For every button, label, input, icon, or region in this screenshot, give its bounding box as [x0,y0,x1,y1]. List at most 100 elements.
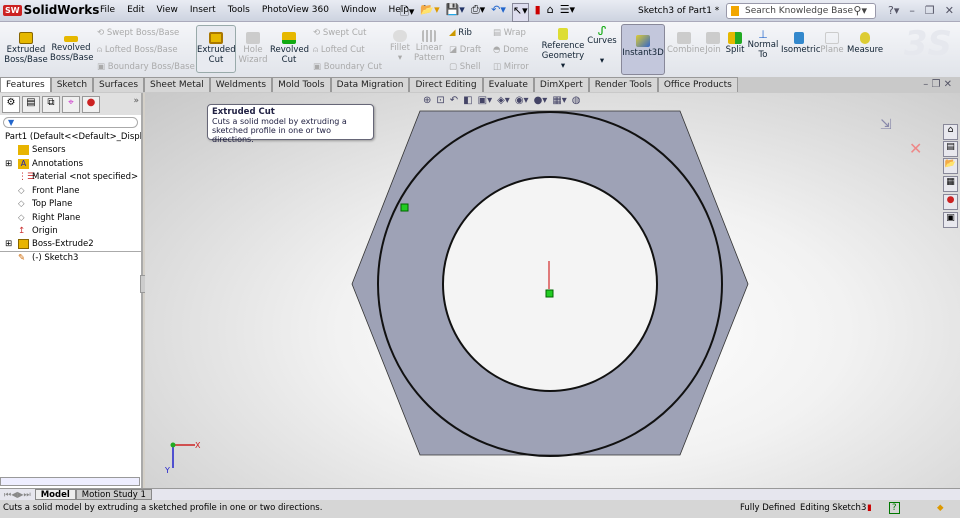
menu-window[interactable]: Window [341,5,377,15]
boundary-boss-button[interactable]: ▣ Boundary Boss/Base [97,62,195,72]
tab-office-products[interactable]: Office Products [657,77,738,92]
reference-geometry-button[interactable]: Reference Geometry ▾ [541,26,585,71]
tab-sheet-metal[interactable]: Sheet Metal [144,77,210,92]
search-knowledge-base[interactable]: Search Knowledge Base ⚲▾ [726,3,876,19]
fillet-button[interactable]: Fillet ▾ [388,28,412,63]
tree-item-right-plane[interactable]: ◇ Right Plane [0,211,141,225]
split-button[interactable]: Split [725,30,745,55]
instant3d-button[interactable]: Instant3D [621,24,665,75]
display-manager-tab-icon[interactable]: ● [82,96,100,113]
draft-button[interactable]: ◪ Draft [449,45,481,55]
menu-insert[interactable]: Insert [190,5,216,15]
tab-surfaces[interactable]: Surfaces [93,77,145,92]
custom-properties-icon[interactable]: ▣ [943,212,958,228]
swept-boss-button[interactable]: ⟲ Swept Boss/Base [97,28,179,38]
options-icon[interactable]: ☰▾ [560,3,575,22]
expand-icon[interactable]: ⊞ [5,239,18,249]
menu-view[interactable]: View [157,5,178,15]
revolved-boss-button[interactable]: Revolved Boss/Base [50,30,93,63]
document-window-controls[interactable]: – ❐ ✕ [915,77,960,93]
tab-motion-study-1[interactable]: Motion Study 1 [75,489,152,500]
search-icon[interactable]: ⚲▾ [853,4,867,17]
quick-tips-icon[interactable]: ? [889,502,900,514]
normal-to-button[interactable]: ⊥ Normal To [747,29,779,60]
tree-item-part1[interactable]: Part1 (Default<<Default>_Displa [0,130,141,144]
tab-weldments[interactable]: Weldments [209,77,273,92]
lofted-cut-button[interactable]: ⍝ Lofted Cut [313,45,365,55]
mirror-button[interactable]: ◫ Mirror [493,62,529,72]
rebuild-icon[interactable]: ▮ [535,3,541,22]
plane-button[interactable]: Plane [819,30,845,55]
wrap-button[interactable]: ▤ Wrap [493,28,526,38]
tab-sketch[interactable]: Sketch [50,77,94,92]
confirmation-corner-exit-icon[interactable]: ⇲ [880,117,892,133]
tree-item-boss-extrude2[interactable]: ⊞ Boss-Extrude2 [0,238,141,252]
revolved-cut-button[interactable]: Revolved Cut [270,30,309,65]
sw-resources-icon[interactable]: ⌂ [943,124,958,140]
new-document-icon[interactable]: 🗋▾ [400,3,414,22]
hole-wizard-button[interactable]: Hole Wizard [238,30,268,65]
graphics-area[interactable]: ⊕ ⊡ ↶ ◧ ▣▾ ◈▾ ◉▾ ●▾ ▦▾ ◍ X Y ⇲ ✕ [145,93,960,488]
expand-chevron-icon[interactable]: » [133,96,139,112]
tab-direct-editing[interactable]: Direct Editing [409,77,483,92]
combine-button[interactable]: Combine [667,30,705,55]
shell-button[interactable]: ▢ Shell [449,62,480,72]
select-icon[interactable]: ↖▾ [511,3,529,22]
tree-item-origin[interactable]: ↥ Origin [0,225,141,239]
tree-item-annotations[interactable]: ⊞ A Annotations [0,157,141,171]
sketch-point[interactable] [400,203,409,212]
minimize-icon[interactable]: – [909,4,915,17]
tab-dimxpert[interactable]: DimXpert [533,77,589,92]
tab-render-tools[interactable]: Render Tools [588,77,658,92]
menu-photoview[interactable]: PhotoView 360 [262,5,329,15]
linear-pattern-button[interactable]: Linear Pattern [414,28,445,63]
extruded-boss-button[interactable]: Extruded Boss/Base [4,30,48,65]
tab-model[interactable]: Model [34,489,76,500]
open-icon[interactable]: 📂▾ [420,3,439,22]
appearances-icon[interactable]: ● [943,194,958,210]
print-icon[interactable]: ⎙▾ [471,3,485,22]
tab-scroll-arrows-icon[interactable]: ⏮◀▶⏭ [0,490,35,500]
tree-filter-input[interactable]: ▼ [3,117,138,128]
swept-cut-button[interactable]: ⟲ Swept Cut [313,28,367,38]
menu-file[interactable]: File [100,5,115,15]
tree-item-sensors[interactable]: Sensors [0,144,141,158]
tree-item-top-plane[interactable]: ◇ Top Plane [0,198,141,212]
menu-tools[interactable]: Tools [228,5,250,15]
configuration-manager-tab-icon[interactable]: ⧉ [42,96,60,113]
rebuild-status-icon[interactable]: ▮ [867,503,872,513]
tree-item-material[interactable]: ⋮☰ Material <not specified> [0,171,141,185]
save-icon[interactable]: 💾▾ [446,3,465,22]
property-manager-tab-icon[interactable]: ▤ [22,96,40,113]
dimxpert-manager-tab-icon[interactable]: ⌖ [62,96,80,113]
join-button[interactable]: Join [703,30,723,55]
isometric-button[interactable]: Isometric [781,30,821,55]
confirmation-corner-cancel-icon[interactable]: ✕ [909,139,922,158]
file-properties-icon[interactable]: ⌂ [547,3,554,22]
menu-edit[interactable]: Edit [127,5,144,15]
undo-icon[interactable]: ↶▾ [491,3,506,22]
curves-button[interactable]: ᔑ Curves ▾ [587,25,617,66]
origin-point[interactable] [545,289,554,298]
expand-icon[interactable]: ⊞ [5,159,18,169]
lofted-boss-button[interactable]: ⍝ Lofted Boss/Base [97,45,178,55]
solidworks-logo[interactable]: SW SolidWorks [3,3,99,17]
dome-button[interactable]: ◓ Dome [493,45,528,55]
tab-mold-tools[interactable]: Mold Tools [272,77,331,92]
file-explorer-icon[interactable]: 📂 [943,158,958,174]
restore-icon[interactable]: ❐ [925,4,935,17]
view-palette-icon[interactable]: ▦ [943,176,958,192]
tag-icon[interactable]: ◆ [937,503,944,513]
boundary-cut-button[interactable]: ▣ Boundary Cut [313,62,382,72]
extruded-cut-button[interactable]: Extruded Cut [196,25,236,73]
rib-button[interactable]: ◢ Rib [449,28,472,38]
tree-item-front-plane[interactable]: ◇ Front Plane [0,184,141,198]
panel-horizontal-scrollbar[interactable] [0,477,140,486]
tree-item-sketch3[interactable]: ✎ (-) Sketch3 [0,252,141,266]
tab-features[interactable]: Features [0,77,51,92]
tab-data-migration[interactable]: Data Migration [330,77,410,92]
feature-manager-tab-icon[interactable]: ⚙ [2,96,20,113]
help-icon[interactable]: ?▾ [888,4,899,17]
design-library-icon[interactable]: ▤ [943,141,958,157]
close-icon[interactable]: ✕ [945,4,954,17]
